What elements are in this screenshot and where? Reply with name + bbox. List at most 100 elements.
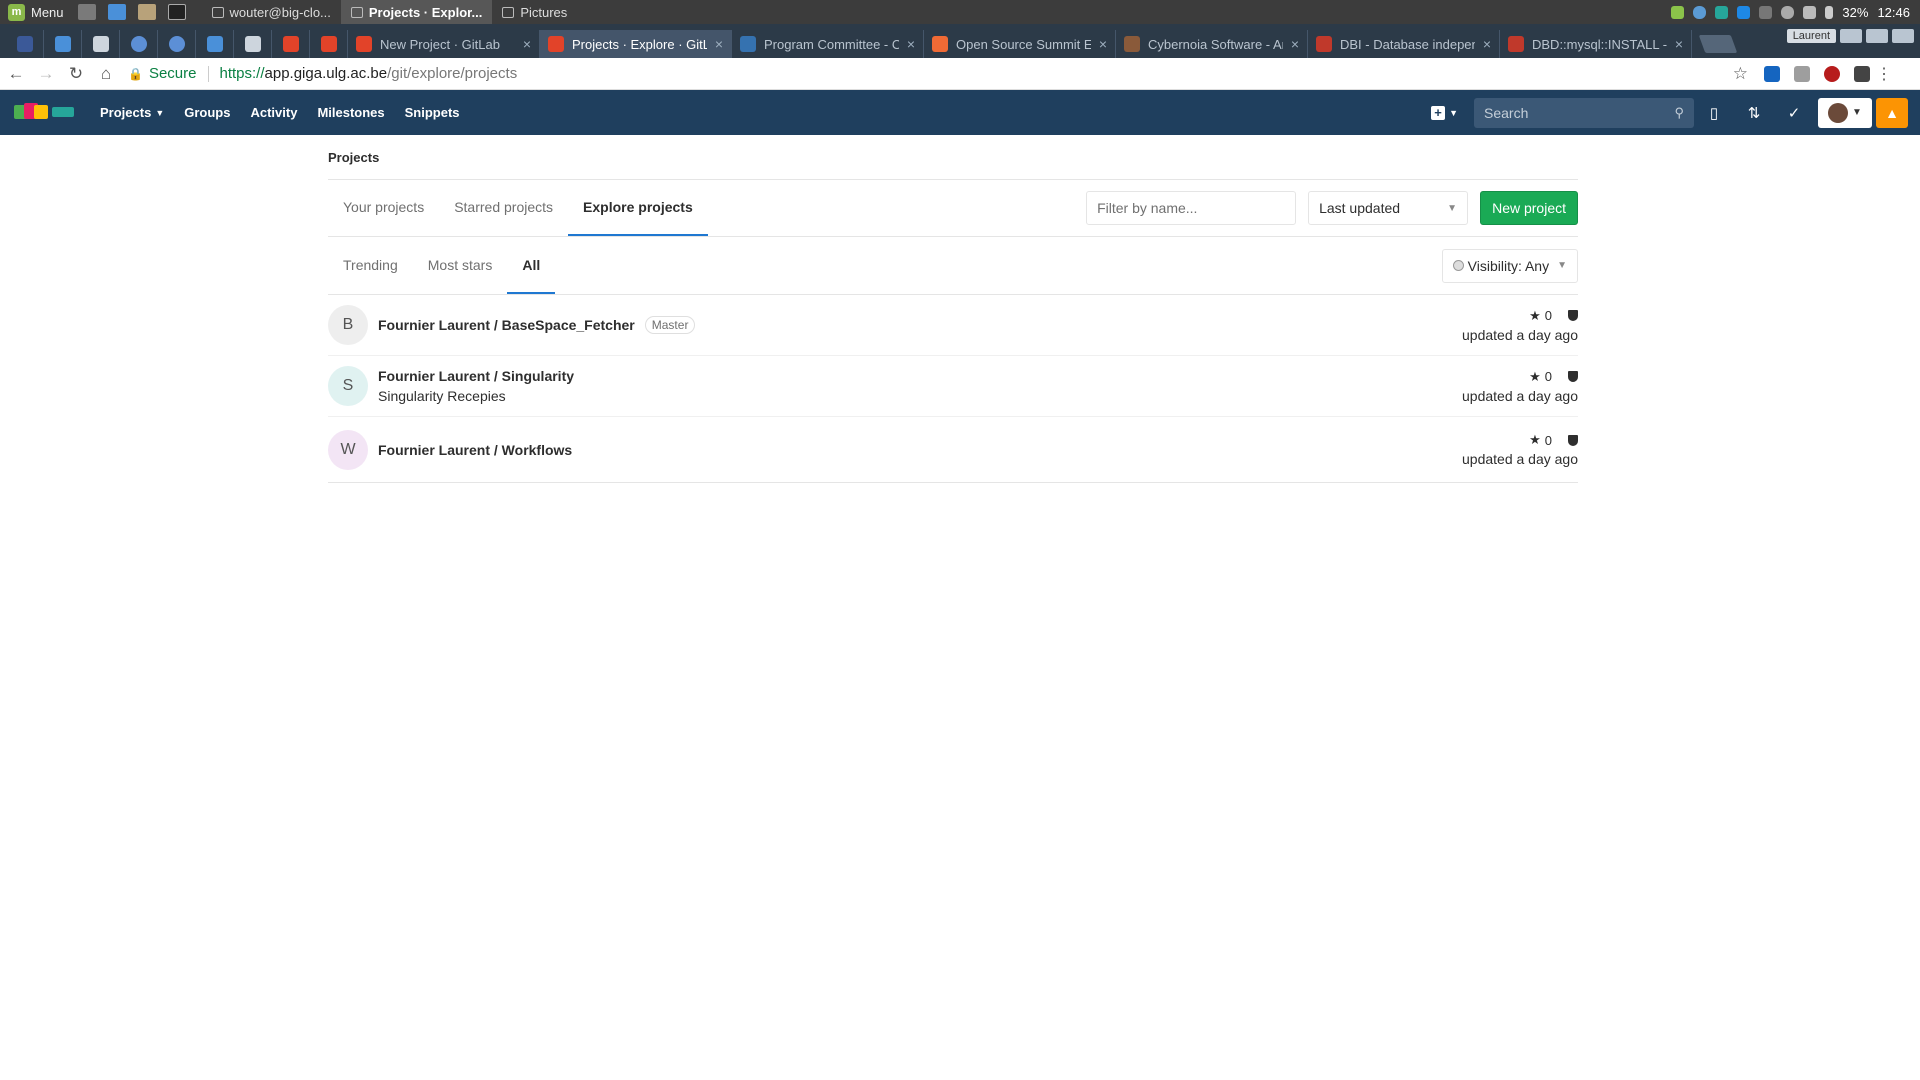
- home-button[interactable]: ⌂: [92, 60, 120, 88]
- s-extension-icon[interactable]: [1854, 65, 1870, 82]
- browser-tab-title: Cybernoia Software - Ar: [1148, 36, 1283, 52]
- nav-activity[interactable]: Activity: [250, 105, 297, 120]
- os-menu-button[interactable]: m Menu: [0, 0, 72, 24]
- taskbar-window-label: wouter@big-clo...: [229, 4, 331, 20]
- close-tab-icon[interactable]: ×: [715, 36, 723, 52]
- browser-tab[interactable]: New Project · GitLab ×: [348, 30, 540, 58]
- star-count[interactable]: 0: [1545, 433, 1552, 448]
- nav-groups[interactable]: Groups: [184, 105, 230, 120]
- new-tab-button[interactable]: [1698, 35, 1738, 53]
- pinned-tab-z[interactable]: [44, 30, 82, 58]
- browser-tab[interactable]: DBD::mysql::INSTALL - s ×: [1500, 30, 1692, 58]
- todos-icon[interactable]: ✓: [1774, 98, 1814, 128]
- terminal-launcher-icon[interactable]: [167, 4, 186, 20]
- project-name-link[interactable]: Fournier Laurent / Workflows: [378, 442, 572, 458]
- intel-icon[interactable]: [1737, 5, 1751, 19]
- browser-menu-icon[interactable]: ⋮: [1876, 64, 1892, 84]
- pinned-tab-gitlab2[interactable]: [310, 30, 348, 58]
- battery-icon[interactable]: [1825, 5, 1834, 19]
- maximize-button[interactable]: [1866, 29, 1888, 43]
- close-tab-icon[interactable]: ×: [523, 36, 531, 52]
- system-tray: 32% 12:46: [1671, 5, 1920, 20]
- gitlab-search-input[interactable]: Search ⚲: [1474, 97, 1694, 128]
- close-tab-icon[interactable]: ×: [1099, 36, 1107, 52]
- project-name-link[interactable]: Fournier Laurent / BaseSpace_Fetcher: [378, 317, 635, 333]
- pinned-tab-facebook[interactable]: [6, 30, 44, 58]
- new-project-button[interactable]: New project: [1480, 191, 1578, 225]
- browser-tab[interactable]: DBI - Database indepen ×: [1308, 30, 1500, 58]
- pinned-tab-folder[interactable]: [196, 30, 234, 58]
- reload-button[interactable]: ↻: [62, 60, 90, 88]
- tab-starred-projects[interactable]: Starred projects: [439, 180, 568, 236]
- close-tab-icon[interactable]: ×: [907, 36, 915, 52]
- tab-explore-projects[interactable]: Explore projects: [568, 180, 708, 236]
- project-row: B Fournier Laurent / BaseSpace_Fetcher Mas…: [328, 295, 1578, 356]
- project-name-link[interactable]: Fournier Laurent / Singularity: [378, 368, 574, 384]
- projects-tab-bar: Your projects Starred projects Explore pro…: [328, 180, 1578, 237]
- sync-icon[interactable]: [1759, 5, 1773, 19]
- issues-icon[interactable]: ▯: [1694, 98, 1734, 128]
- profile-name[interactable]: Laurent: [1786, 29, 1836, 43]
- browser-tab[interactable]: Open Source Summit E ×: [924, 30, 1116, 58]
- mail-extension-icon[interactable]: [1764, 65, 1780, 82]
- bluetooth-icon[interactable]: [1693, 5, 1707, 19]
- pinned-tab-gitlab1[interactable]: [272, 30, 310, 58]
- user-icon[interactable]: [1781, 5, 1795, 19]
- files-launcher-icon[interactable]: [137, 4, 156, 20]
- extension-icon[interactable]: [1794, 65, 1810, 82]
- nav-projects[interactable]: Projects ▼: [100, 105, 164, 120]
- merge-requests-icon[interactable]: ⇅: [1734, 98, 1774, 128]
- pinned-tab-app2[interactable]: [158, 30, 196, 58]
- sort-dropdown[interactable]: Last updated ▼: [1308, 191, 1469, 225]
- ublock-icon[interactable]: [1824, 65, 1840, 82]
- pinned-tab-app1[interactable]: [120, 30, 158, 58]
- forward-button[interactable]: →: [32, 60, 60, 88]
- new-item-dropdown[interactable]: + ▼: [1431, 105, 1458, 120]
- taskbar-window[interactable]: Pictures: [492, 0, 577, 24]
- gitlab-icon: [320, 36, 337, 52]
- close-tab-icon[interactable]: ×: [1675, 36, 1683, 52]
- pinned-tab-doc[interactable]: [82, 30, 120, 58]
- project-avatar[interactable]: W: [328, 429, 368, 470]
- taskbar-window[interactable]: wouter@big-clo...: [202, 0, 341, 24]
- nav-snippets[interactable]: Snippets: [405, 105, 460, 120]
- taskbar-window-label: Projects · Explor...: [368, 4, 483, 20]
- star-count[interactable]: 0: [1545, 369, 1552, 384]
- user-menu[interactable]: ▼: [1818, 97, 1872, 128]
- browser-launcher-icon[interactable]: [107, 4, 126, 20]
- back-button[interactable]: ←: [2, 60, 30, 88]
- close-tab-icon[interactable]: ×: [1483, 36, 1491, 52]
- browser-tab[interactable]: Program Committee - O ×: [732, 30, 924, 58]
- chevron-down-icon: ▼: [1852, 107, 1862, 118]
- visibility-dropdown[interactable]: Visibility: Any ▼: [1441, 248, 1578, 283]
- subtab-most-stars[interactable]: Most stars: [413, 237, 508, 294]
- app-tray-icon[interactable]: [1715, 5, 1729, 19]
- filter-by-name-input[interactable]: [1086, 191, 1297, 225]
- project-description: Singularity Recepies: [378, 388, 506, 404]
- gitlab-logo[interactable]: [14, 101, 78, 125]
- bookmark-star-icon[interactable]: ☆: [1733, 64, 1748, 84]
- project-name-row: Fournier Laurent / Singularity: [378, 368, 574, 384]
- close-tab-icon[interactable]: ×: [1291, 36, 1299, 52]
- subtab-trending[interactable]: Trending: [328, 237, 413, 294]
- close-window-button[interactable]: [1892, 29, 1914, 43]
- browser-tab[interactable]: Cybernoia Software - Ar ×: [1116, 30, 1308, 58]
- nav-milestones[interactable]: Milestones: [317, 105, 384, 120]
- show-desktop-icon[interactable]: [77, 4, 96, 20]
- gitlab-tanuki-icon[interactable]: ▲: [1876, 97, 1908, 128]
- subtab-all[interactable]: All: [507, 237, 556, 294]
- taskbar-window[interactable]: Projects · Explor...: [340, 0, 493, 24]
- project-avatar[interactable]: S: [328, 366, 368, 406]
- project-avatar[interactable]: B: [328, 305, 368, 345]
- pinned-tab-doc2[interactable]: [234, 30, 272, 58]
- address-bar[interactable]: 🔒 Secure https://app.giga.ulg.ac.be/git/…: [128, 61, 1756, 87]
- tab-your-projects[interactable]: Your projects: [328, 180, 439, 236]
- star-count[interactable]: 0: [1545, 308, 1552, 323]
- minimize-button[interactable]: [1840, 29, 1862, 43]
- clock[interactable]: 12:46: [1877, 5, 1910, 20]
- wifi-icon[interactable]: [1803, 5, 1817, 19]
- browser-tab[interactable]: Projects · Explore · GitLab ×: [540, 30, 732, 58]
- tab-favicon-icon: [932, 36, 948, 52]
- breadcrumb-projects[interactable]: Projects: [328, 150, 379, 165]
- shield-tray-icon[interactable]: [1671, 5, 1685, 19]
